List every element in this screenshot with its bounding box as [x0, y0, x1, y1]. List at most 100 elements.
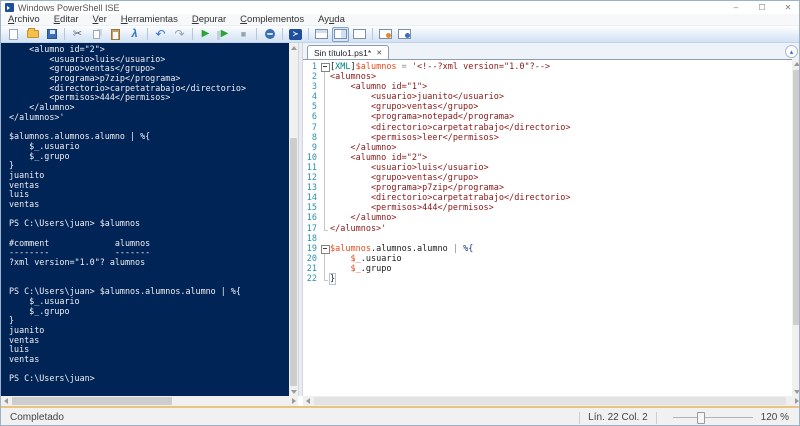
zoom-slider-thumb[interactable] — [696, 411, 705, 424]
maximize-button[interactable]: ☐ — [749, 3, 775, 12]
cut-button[interactable]: ✂ — [69, 27, 86, 42]
console-pane[interactable]: <alumno id="2"> <usuario>luis</usuario> … — [1, 43, 289, 396]
editor-line: 5 <grupo>ventas</grupo> — [303, 102, 792, 113]
console-horizontal-scrollbar[interactable] — [1, 396, 298, 406]
scroll-up-arrow-icon[interactable] — [289, 43, 298, 52]
line-number: 10 — [306, 152, 317, 163]
tab-sin-titulo1[interactable]: Sin título1.ps1* ✕ — [307, 45, 390, 59]
code-text: <alumnos> — [330, 72, 377, 83]
stop-operation-button[interactable]: ■ — [235, 27, 252, 42]
scroll-left-arrow-icon[interactable] — [1, 396, 10, 406]
editor-hscroll-thumb[interactable] — [314, 397, 786, 405]
line-number: 13 — [306, 183, 317, 194]
fold-gutter — [320, 234, 330, 244]
editor-vertical-scrollbar[interactable] — [792, 59, 799, 396]
scroll-right-arrow-icon[interactable] — [289, 396, 298, 406]
editor-line: 22} — [303, 272, 792, 285]
start-powershell-exe-button[interactable]: ≻ — [287, 27, 304, 42]
menu-herramientas[interactable]: Herramientas — [114, 14, 185, 25]
line-number: 1 — [311, 62, 317, 72]
fold-collapse-icon[interactable] — [320, 244, 330, 254]
toolbar-separator — [308, 28, 309, 40]
scroll-down-arrow-icon[interactable] — [289, 387, 298, 396]
cursor-position: Lín. 22 Col. 2 — [588, 412, 648, 423]
clear-console-button[interactable]: λ — [126, 27, 143, 42]
editor-horizontal-scrollbar[interactable] — [303, 396, 799, 406]
scroll-down-arrow-icon[interactable] — [792, 387, 799, 396]
new-file-icon — [9, 28, 18, 40]
run-selection-button[interactable]: ▶ — [216, 27, 233, 42]
new-script-button[interactable] — [5, 27, 22, 42]
status-separator — [579, 411, 581, 424]
script-pane-toggle-2-button[interactable] — [396, 27, 413, 42]
scroll-up-arrow-icon[interactable] — [792, 59, 799, 68]
new-remote-powershell-tab-button[interactable] — [261, 27, 278, 42]
zoom-slider-track — [672, 416, 753, 418]
show-script-pane-maximized-button[interactable] — [351, 27, 368, 42]
editor-line: 15 <permisos>444</permisos> — [303, 203, 792, 214]
close-button[interactable]: ✕ — [775, 3, 799, 12]
line-number: 21 — [306, 263, 317, 274]
fold-gutter — [320, 112, 330, 123]
scroll-left-arrow-icon[interactable] — [303, 396, 312, 406]
console-line: luis — [9, 344, 30, 355]
fold-gutter — [320, 263, 330, 275]
console-line: ventas — [9, 199, 40, 209]
show-script-pane-right-button[interactable] — [332, 26, 349, 42]
menu-editar[interactable]: Editar — [47, 14, 86, 25]
editor-line: 12 <grupo>ventas</grupo> — [303, 173, 792, 184]
save-button[interactable] — [43, 27, 60, 42]
main-area: <alumno id="2"> <usuario>luis</usuario> … — [1, 43, 799, 396]
console-line: PS C:\Users\juan> — [9, 373, 95, 384]
editor-line: 2 <alumnos> — [303, 72, 792, 83]
console-scroll-thumb[interactable] — [290, 138, 297, 386]
menu-complementos[interactable]: Complementos — [233, 14, 311, 25]
editor-scroll-thumb[interactable] — [793, 70, 799, 325]
paste-button[interactable] — [107, 27, 124, 42]
run-script-button[interactable]: ▶ — [197, 27, 214, 42]
copy-icon — [93, 29, 100, 39]
redo-button[interactable]: ↷ — [171, 27, 188, 42]
menu-bar: Archivo Editar Ver Herramientas Depurar Compl… — [1, 14, 799, 26]
code-text: <usuario>juanito</usuario> — [330, 92, 504, 103]
copy-button[interactable] — [88, 27, 105, 42]
line-number: 3 — [311, 82, 317, 93]
layout-top-icon — [315, 29, 328, 39]
editor-line: 14 <directorio>carpetatrabajo</directori… — [303, 193, 792, 204]
tab-close-icon[interactable]: ✕ — [376, 49, 382, 57]
menu-archivo[interactable]: Archivo — [1, 14, 47, 25]
script-editor[interactable]: 1 [XML]$alumnos = '<!--?xml version="1.0"… — [303, 59, 792, 396]
script-pane-toggle-1-button[interactable] — [377, 27, 394, 42]
menu-ver[interactable]: Ver — [86, 14, 114, 25]
scissors-icon: ✂ — [72, 27, 83, 40]
code-text: <directorio>carpetatrabajo</directorio> — [330, 122, 571, 133]
scroll-right-arrow-icon[interactable] — [792, 396, 799, 406]
console-line: $_.grupo — [9, 305, 70, 316]
hide-script-pane-button[interactable]: ▴ — [785, 45, 798, 58]
play-selection-icon: ▶ — [216, 28, 229, 40]
console-hscroll-thumb[interactable] — [12, 397, 172, 405]
menu-ayuda[interactable]: Ayuda — [311, 14, 352, 25]
window-controls: – ☐ ✕ — [723, 1, 799, 14]
fold-gutter — [320, 162, 330, 174]
code-text: </alumno> — [330, 142, 397, 153]
zoom-slider[interactable] — [672, 411, 753, 425]
line-number: 4 — [311, 92, 317, 103]
menu-depurar[interactable]: Depurar — [185, 14, 233, 25]
line-number: 22 — [306, 273, 317, 284]
editor-line: 3 <alumno id="1"> — [303, 82, 792, 93]
minimize-button[interactable]: – — [723, 3, 749, 12]
undo-button[interactable]: ↶ — [152, 27, 169, 42]
code-text: $alumnos.alumnos.alumno | %{ — [330, 243, 474, 254]
script-pane: Sin título1.ps1* ✕ ▴ 1 [XML]$alumnos = '<… — [303, 43, 799, 396]
open-script-button[interactable] — [24, 27, 41, 42]
fold-collapse-icon[interactable] — [320, 62, 330, 73]
code-text: </alumnos>' — [330, 223, 387, 234]
show-script-pane-top-button[interactable] — [313, 27, 330, 42]
undo-arrow-icon: ↶ — [155, 27, 166, 41]
console-vertical-scrollbar[interactable] — [289, 43, 298, 396]
code-text: <permisos>leer</permisos> — [330, 132, 499, 143]
editor-line: 19 $alumnos.alumnos.alumno | %{ — [303, 244, 792, 254]
